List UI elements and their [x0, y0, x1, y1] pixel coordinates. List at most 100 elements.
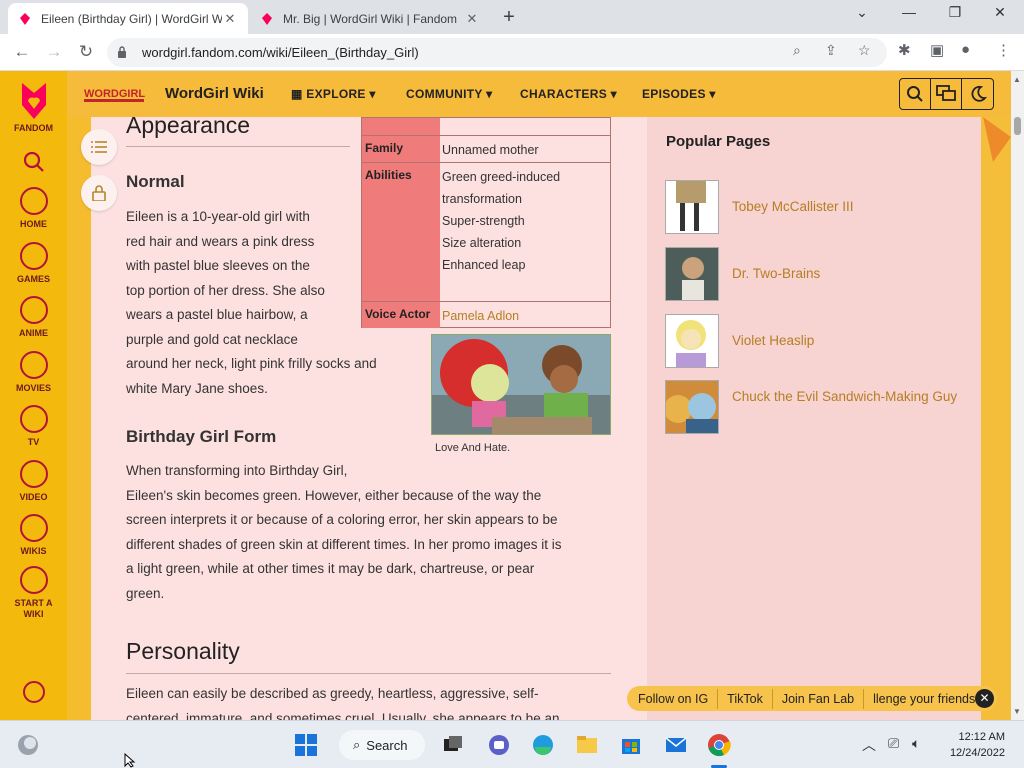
- ability-item: Super-strength: [442, 214, 525, 228]
- tab-eileen[interactable]: Eileen (Birthday Girl) | WordGirl W ✕: [8, 3, 248, 34]
- rail-account[interactable]: [0, 681, 67, 707]
- wordgirl-logo[interactable]: WORDGIRL: [82, 83, 148, 105]
- close-icon[interactable]: ✕: [975, 689, 994, 708]
- toc-button[interactable]: [81, 129, 117, 165]
- popular-page-link[interactable]: Dr. Two-Brains: [732, 263, 962, 284]
- wiki-search-button[interactable]: [900, 79, 931, 109]
- voice-actor-link[interactable]: Pamela Adlon: [442, 304, 610, 327]
- zoom-search-icon[interactable]: ⌕: [793, 42, 801, 59]
- minimize-button[interactable]: —: [894, 4, 924, 20]
- rail-item-games[interactable]: GAMES: [0, 242, 67, 284]
- ability-item: Size alteration: [442, 236, 522, 250]
- address-bar[interactable]: wordgirl.fandom.com/wiki/Eileen_(Birthda…: [107, 38, 887, 67]
- theme-toggle-button[interactable]: [962, 79, 993, 109]
- menu-community[interactable]: COMMUNITY ▾: [406, 87, 492, 101]
- show-hidden-icons-icon[interactable]: ︿: [862, 735, 876, 755]
- popular-page-item[interactable]: Dr. Two-Brains: [665, 247, 965, 301]
- popular-page-thumbnail[interactable]: [665, 314, 719, 368]
- ability-item: transformation: [442, 192, 522, 206]
- character-infobox: Family Unnamed mother Abilities Green gr…: [361, 117, 611, 328]
- windows-start-icon[interactable]: [294, 733, 318, 757]
- popular-page-item[interactable]: Tobey McCallister III: [665, 180, 965, 234]
- restore-button[interactable]: ❐: [940, 4, 970, 21]
- heading-divider: [126, 146, 350, 147]
- violet-thumbnail-image: [666, 315, 718, 367]
- close-window-button[interactable]: ✕: [985, 4, 1015, 21]
- home-icon: [19, 187, 48, 215]
- rail-item-video[interactable]: VIDEO: [0, 460, 67, 502]
- birthday-girl-paragraph: When transforming into Birthday Girl, Ei…: [126, 459, 611, 606]
- fandom-favicon-icon: [262, 12, 272, 25]
- lock-icon: [118, 46, 126, 58]
- heading-personality: Personality: [126, 638, 240, 664]
- menu-episodes[interactable]: EPISODES ▾: [642, 87, 716, 101]
- rail-item-movies[interactable]: MOVIES: [0, 351, 67, 393]
- profile-icon[interactable]: ●: [961, 41, 970, 58]
- scroll-down-icon[interactable]: ▼: [1013, 707, 1021, 716]
- side-panel-icon[interactable]: ▣: [930, 41, 944, 59]
- tab-mr-big[interactable]: Mr. Big | WordGirl Wiki | Fandom ✕: [250, 3, 490, 34]
- edge-browser-icon[interactable]: [531, 733, 555, 757]
- back-icon[interactable]: ←: [10, 40, 34, 64]
- popular-pages-title: Popular Pages: [666, 133, 771, 150]
- love-and-hate-image[interactable]: [431, 334, 611, 435]
- popular-page-thumbnail[interactable]: [665, 380, 719, 434]
- rail-item-start-wiki[interactable]: START A WIKI: [0, 566, 67, 620]
- widgets-icon[interactable]: [16, 733, 40, 757]
- share-icon[interactable]: ⇪: [825, 42, 837, 59]
- popular-page-item[interactable]: Violet Heaslip: [665, 314, 965, 368]
- taskbar-search[interactable]: ⌕ Search: [339, 730, 425, 760]
- scroll-up-icon[interactable]: ▲: [1013, 75, 1021, 84]
- forward-icon[interactable]: →: [42, 40, 66, 64]
- rail-item-wikis[interactable]: WIKIS: [0, 514, 67, 556]
- rail-item-home[interactable]: HOME: [0, 187, 67, 229]
- volume-icon[interactable]: 🔈︎: [912, 735, 920, 752]
- chrome-icon[interactable]: [707, 733, 731, 757]
- anime-face-icon: [19, 296, 48, 324]
- teams-chat-icon[interactable]: [487, 733, 511, 757]
- tiktok-link[interactable]: TikTok: [718, 688, 773, 709]
- text-line: green.: [126, 585, 165, 601]
- microsoft-store-icon[interactable]: [619, 733, 643, 757]
- scrollbar-thumb[interactable]: [1014, 117, 1021, 135]
- rail-label: TV: [27, 437, 40, 447]
- popular-page-link[interactable]: Tobey McCallister III: [732, 196, 962, 217]
- popular-page-thumbnail[interactable]: [665, 180, 719, 234]
- fandom-logo[interactable]: FANDOM: [0, 79, 67, 133]
- menu-characters[interactable]: CHARACTERS ▾: [520, 87, 617, 101]
- challenge-friends-link[interactable]: llenge your friends!: [864, 689, 988, 709]
- rail-search[interactable]: [0, 151, 67, 173]
- mail-icon[interactable]: [664, 733, 688, 757]
- protect-button[interactable]: [81, 175, 117, 211]
- bookmark-star-icon[interactable]: ☆: [858, 42, 871, 59]
- new-tab-button[interactable]: +: [499, 6, 519, 29]
- file-explorer-icon[interactable]: [575, 733, 599, 757]
- close-tab-icon[interactable]: ✕: [464, 11, 480, 27]
- discussions-button[interactable]: [931, 79, 962, 109]
- task-view-icon[interactable]: [441, 733, 465, 757]
- rail-item-anime[interactable]: ANIME: [0, 296, 67, 338]
- popular-page-thumbnail[interactable]: [665, 247, 719, 301]
- article-side-tools: [81, 129, 117, 213]
- rail-item-tv[interactable]: TV: [0, 405, 67, 447]
- popular-page-link[interactable]: Chuck the Evil Sandwich-Making Guy: [732, 386, 962, 407]
- follow-ig-link[interactable]: Follow on IG: [627, 688, 719, 709]
- reload-icon[interactable]: ↻: [74, 40, 98, 64]
- system-clock[interactable]: 12:12 AM 12/24/2022: [945, 729, 1005, 761]
- popular-page-item[interactable]: Chuck the Evil Sandwich-Making Guy: [665, 380, 965, 434]
- menu-explore[interactable]: ▦ EXPLORE ▾: [291, 87, 376, 101]
- popular-page-link[interactable]: Violet Heaslip: [732, 330, 962, 351]
- extensions-icon[interactable]: ✱: [898, 41, 911, 59]
- text-line: Eileen's skin becomes green. However, ei…: [126, 487, 542, 503]
- dr-two-brains-thumbnail-image: [666, 248, 718, 300]
- text-line: purple and gold cat necklace: [126, 331, 298, 347]
- wiki-name-link[interactable]: WordGirl Wiki: [165, 85, 264, 102]
- rail-label: MOVIES: [15, 383, 51, 393]
- infobox-value: Green greed-induced transformation Super…: [442, 165, 610, 276]
- tab-search-dropdown-icon[interactable]: ⌄: [847, 4, 877, 21]
- page-scrollbar[interactable]: ▲ ▼: [1011, 71, 1024, 720]
- join-fan-lab-link[interactable]: Join Fan Lab: [773, 688, 865, 709]
- network-icon[interactable]: ⎚: [888, 735, 899, 752]
- chrome-menu-icon[interactable]: ⋮: [996, 41, 1011, 59]
- close-tab-icon[interactable]: ✕: [222, 11, 238, 27]
